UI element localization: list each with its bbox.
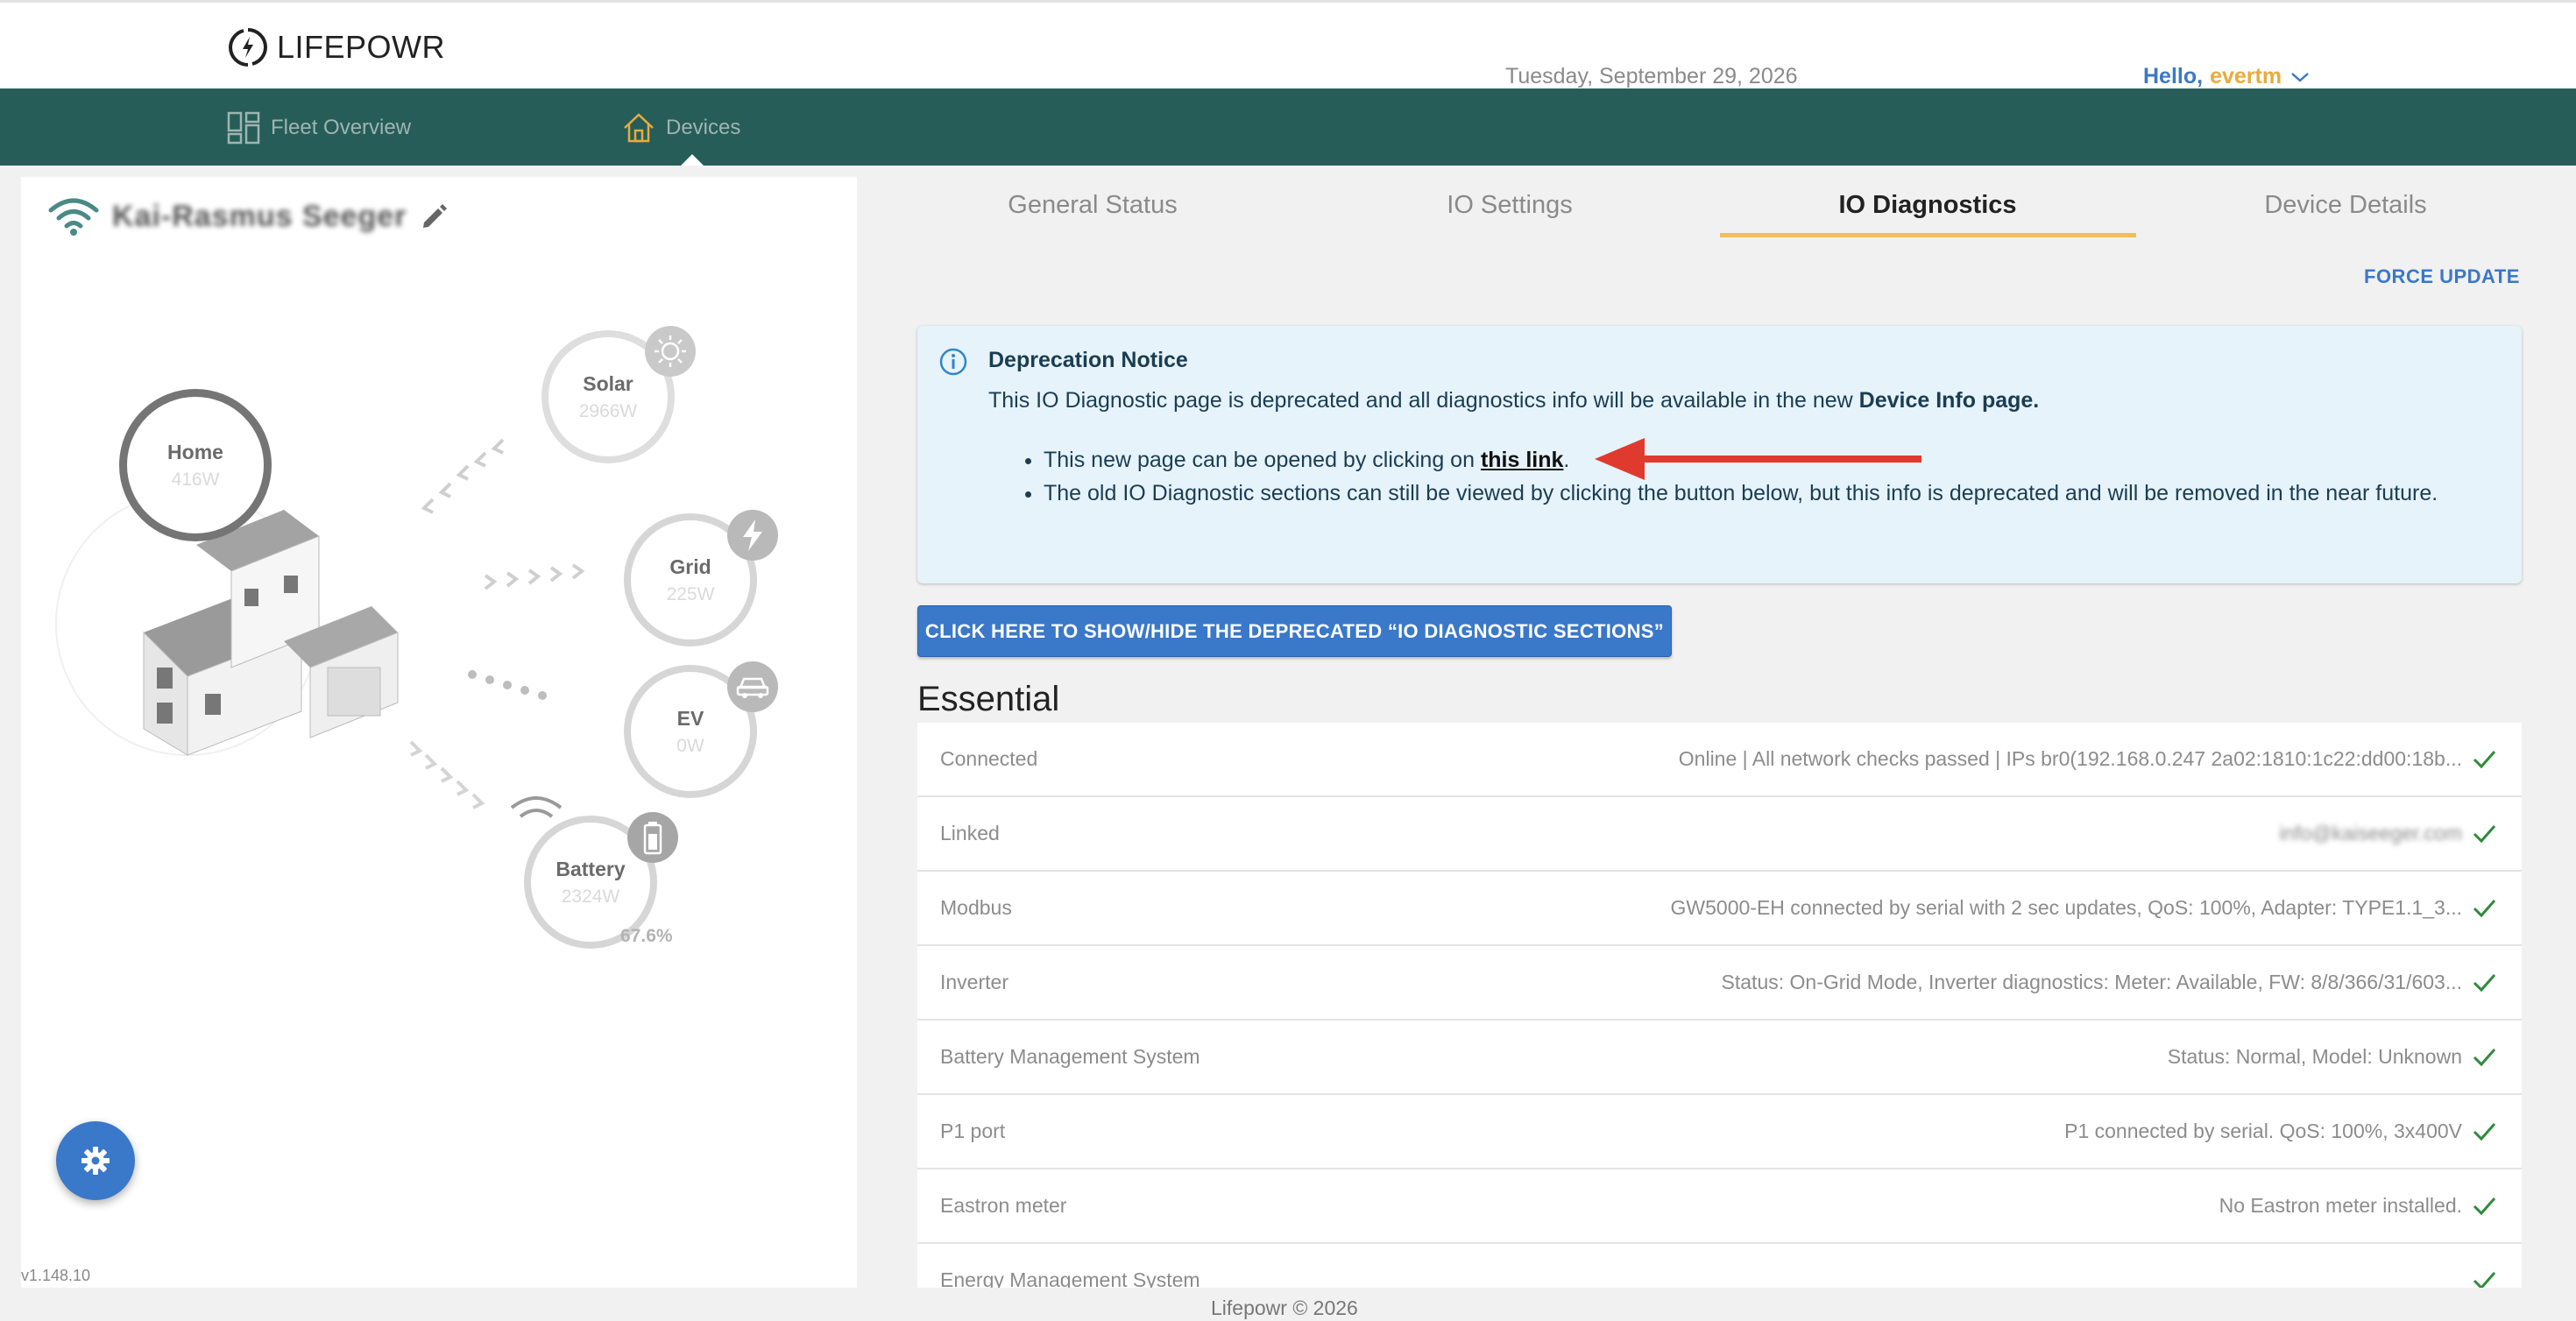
battery-label: Battery: [556, 857, 626, 880]
check-icon: [2473, 974, 2496, 993]
force-update-button[interactable]: FORCE UPDATE: [2364, 265, 2520, 288]
active-nav-indicator: [681, 154, 704, 166]
grid-value: 225W: [666, 583, 715, 604]
row-name: Battery Management System: [940, 1045, 1200, 1068]
nav-label: Devices: [666, 116, 741, 139]
check-icon: [2473, 751, 2496, 769]
nav-fleet-overview[interactable]: Fleet Overview: [227, 111, 411, 145]
check-icon: [2473, 825, 2496, 844]
table-row: Eastron meter No Eastron meter installed.: [917, 1169, 2522, 1244]
table-row: Inverter Status: On-Grid Mode, Inverter d…: [917, 946, 2522, 1021]
row-value: P1 connected by serial. QoS: 100%, 3x400…: [2064, 1120, 2462, 1142]
tab-io-settings[interactable]: IO Settings: [1302, 191, 1717, 220]
home-value: 416W: [171, 469, 220, 490]
notice-body-bold: Device Info page.: [1858, 388, 2040, 413]
greeting: Hello,: [2143, 64, 2204, 88]
top-header: LIFEPOWR Tuesday, September 29, 2026 Hel…: [0, 0, 2576, 88]
grid-label: Grid: [669, 555, 711, 578]
ev-label: EV: [676, 706, 704, 730]
battery-flow-arrows: [409, 740, 485, 809]
home-label: Home: [167, 440, 223, 463]
home-node[interactable]: Home 416W: [119, 389, 272, 541]
battery-wifi-icon: [510, 796, 563, 818]
check-icon: [2473, 1272, 2496, 1288]
toggle-deprecated-sections-button[interactable]: CLICK HERE TO SHOW/HIDE THE DEPRECATED “…: [917, 605, 1672, 657]
annotation-arrow: [1595, 438, 1921, 480]
notice-title: Deprecation Notice: [988, 348, 1188, 372]
tab-device-details[interactable]: Device Details: [2138, 191, 2553, 220]
row-name: Inverter: [940, 971, 1008, 993]
user-menu[interactable]: Hello, evertm: [2143, 64, 2311, 89]
grid-icon: [227, 111, 260, 145]
home-icon: [624, 113, 654, 143]
table-row: Energy Management System: [917, 1244, 2522, 1288]
bullet-text: This new page can be opened by clicking …: [1044, 448, 1481, 472]
row-value: No Eastron meter installed.: [2219, 1194, 2462, 1217]
solar-label: Solar: [583, 371, 633, 395]
battery-value: 2324W: [561, 886, 620, 907]
table-row: Modbus GW5000-EH connected by serial with…: [917, 872, 2522, 946]
row-name: Eastron meter: [940, 1194, 1067, 1217]
footer-copyright: Lifepowr © 2026: [1211, 1296, 1358, 1319]
row-name: Linked: [940, 822, 1000, 844]
info-icon: [939, 348, 967, 376]
ev-flow-dots: [468, 670, 547, 700]
solar-flow-arrows: [421, 438, 505, 514]
lightning-icon: [727, 510, 778, 561]
chevron-down-icon: [2291, 72, 2309, 82]
check-icon: [2473, 1049, 2496, 1067]
logo-text: LIFEPOWR: [277, 29, 446, 65]
row-value: Status: Normal, Model: Unknown: [2167, 1045, 2462, 1068]
car-icon: [727, 661, 778, 712]
notice-body: This IO Diagnostic page is deprecated an…: [988, 388, 2039, 413]
device-info-link[interactable]: this link: [1481, 448, 1563, 472]
username: evertm: [2210, 64, 2282, 88]
nav-devices[interactable]: Devices: [622, 111, 740, 145]
logo[interactable]: LIFEPOWR: [226, 25, 445, 69]
battery-soc: 67.6%: [620, 926, 673, 946]
essential-table[interactable]: Connected Online | All network checks pas…: [917, 723, 2522, 1288]
grid-flow-arrows: [484, 563, 585, 590]
current-date: Tuesday, September 29, 2026: [1505, 64, 1798, 88]
row-value: Online | All network checks passed | IPs…: [1678, 747, 2462, 770]
row-name: P1 port: [940, 1120, 1006, 1142]
tab-general-status[interactable]: General Status: [885, 191, 1300, 220]
app-version: v1.148.10: [21, 1267, 91, 1284]
active-tab-indicator: [1720, 233, 2136, 237]
battery-icon: [627, 812, 678, 863]
check-icon: [2473, 900, 2496, 918]
table-row: P1 port P1 connected by serial. QoS: 100%…: [917, 1095, 2522, 1169]
solar-value: 2966W: [578, 400, 638, 421]
footer: Lifepowr © 2026: [0, 1288, 2576, 1321]
check-icon: [2473, 1197, 2496, 1216]
ev-value: 0W: [676, 735, 704, 756]
nav-label: Fleet Overview: [271, 116, 412, 139]
row-value: Status: On-Grid Mode, Inverter diagnosti…: [1721, 971, 2462, 993]
row-name: Energy Management System: [940, 1268, 1200, 1288]
main-nav: Fleet Overview Devices: [0, 88, 2576, 166]
bullet-suffix: .: [1563, 448, 1570, 472]
row-value: GW5000-EH connected by serial with 2 sec…: [1670, 896, 2462, 919]
settings-button[interactable]: [56, 1121, 135, 1200]
row-name: Connected: [940, 747, 1038, 770]
row-value: info@kaiseeger.com: [2279, 822, 2462, 844]
section-title-essential: Essential: [917, 680, 1060, 718]
row-name: Modbus: [940, 896, 1012, 919]
tab-io-diagnostics[interactable]: IO Diagnostics: [1720, 191, 2135, 220]
check-icon: [2473, 1123, 2496, 1141]
device-panel: Kai-Rasmus Seeger Home 416W Solar 2966W …: [21, 177, 857, 1288]
lifepowr-logo-icon: [229, 28, 267, 67]
gear-icon: [81, 1147, 110, 1175]
notice-body-text: This IO Diagnostic page is deprecated an…: [988, 388, 1859, 413]
table-row: Battery Management System Status: Normal,…: [917, 1021, 2522, 1095]
table-row: Connected Online | All network checks pas…: [917, 723, 2522, 797]
table-row: Linked info@kaiseeger.com: [917, 797, 2522, 872]
sun-icon: [645, 326, 696, 377]
